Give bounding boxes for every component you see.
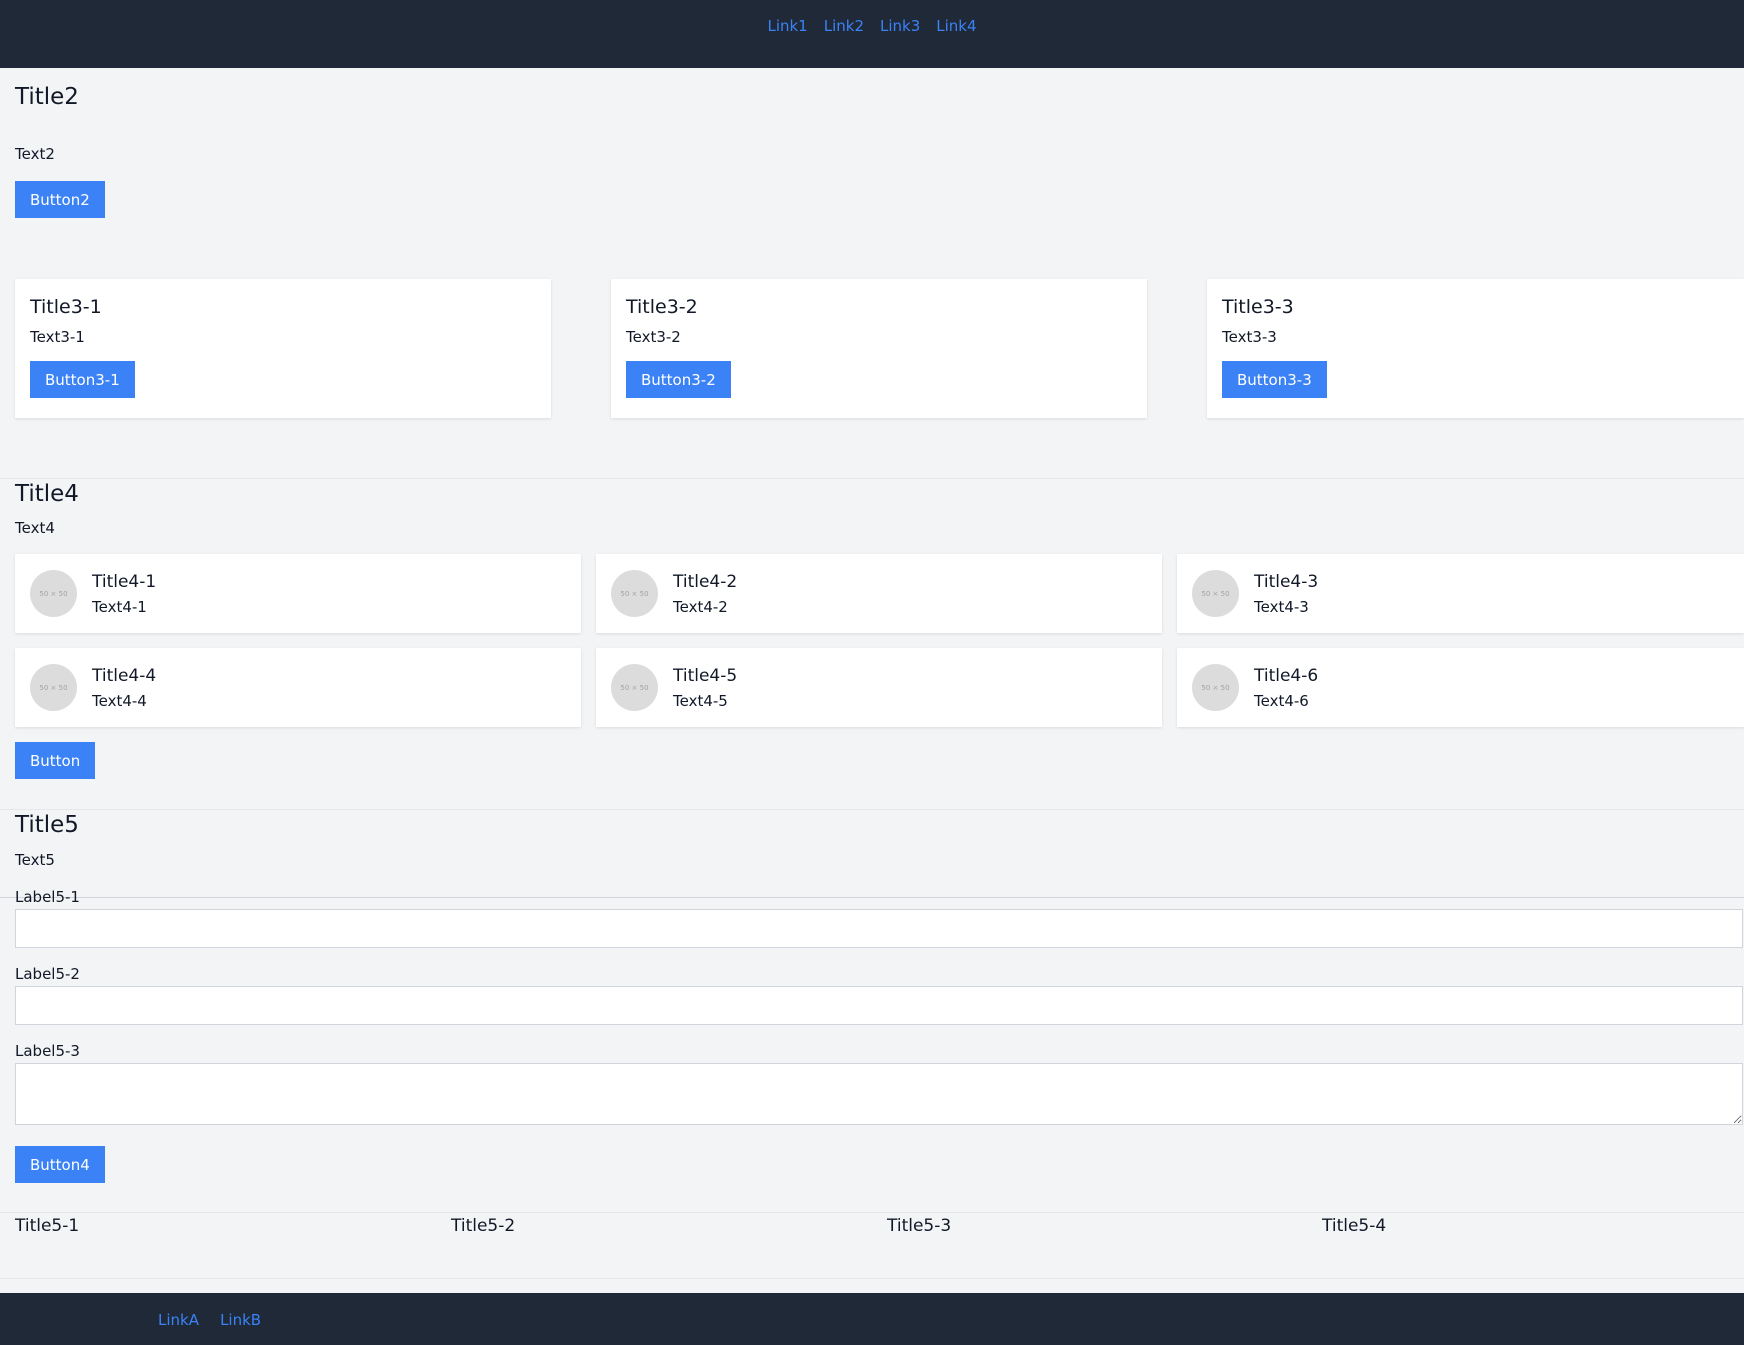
hero-button[interactable]: Button2 [15,181,105,218]
card-3-2: Title3-2 Text3-2 Button3-2 [611,279,1147,418]
card-title: Title3-1 [30,296,102,318]
card-3-3: Title3-3 Text3-3 Button3-3 [1207,279,1744,418]
section-divider [0,478,1744,479]
item-title: Title4-1 [92,571,157,592]
section4-text: Text4 [15,519,55,537]
nav-link-4[interactable]: Link4 [936,17,976,35]
list-item-4-1: 50 × 50 Title4-1 Text4-1 [15,554,581,633]
list-item-4-2: 50 × 50 Title4-2 Text4-2 [596,554,1162,633]
item-title: Title4-6 [1254,665,1319,686]
column-title-4: Title5-4 [1322,1216,1387,1236]
list-item-4-6: 50 × 50 Title4-6 Text4-6 [1177,648,1744,727]
hero-title: Title2 [15,84,79,110]
footer-link-a[interactable]: LinkA [158,1311,199,1329]
card-3-3-button[interactable]: Button3-3 [1222,361,1327,398]
label-5-1: Label5-1 [15,888,80,906]
item-title: Title4-5 [673,665,738,686]
section-divider [0,1278,1744,1279]
section-divider [0,809,1744,810]
top-nav: Link1 Link2 Link3 Link4 [0,0,1744,68]
item-text: Text4-6 [1254,691,1309,710]
nav-link-1[interactable]: Link1 [767,17,807,35]
avatar-placeholder: 50 × 50 [611,570,658,617]
card-title: Title3-2 [626,296,698,318]
card-text: Text3-1 [30,328,85,346]
item-text: Text4-4 [92,691,147,710]
avatar-placeholder: 50 × 50 [611,664,658,711]
item-title: Title4-4 [92,665,157,686]
label-5-3: Label5-3 [15,1042,80,1060]
column-title-1: Title5-1 [15,1216,80,1236]
item-title: Title4-3 [1254,571,1319,592]
section-divider [0,1212,1744,1213]
item-text: Text4-3 [1254,597,1309,616]
list-item-4-5: 50 × 50 Title4-5 Text4-5 [596,648,1162,727]
section5-text: Text5 [15,851,55,869]
list-item-4-4: 50 × 50 Title4-4 Text4-4 [15,648,581,727]
item-text: Text4-1 [92,597,147,616]
item-text: Text4-5 [673,691,728,710]
avatar-placeholder: 50 × 50 [1192,664,1239,711]
item-title: Title4-2 [673,571,738,592]
hero-text: Text2 [15,145,55,163]
section4-button[interactable]: Button [15,742,96,779]
submit-button[interactable]: Button4 [15,1146,105,1183]
column-title-3: Title5-3 [887,1216,952,1236]
section4-title: Title4 [15,481,79,507]
form-divider [0,897,1744,898]
avatar-placeholder: 50 × 50 [30,570,77,617]
card-3-1: Title3-1 Text3-1 Button3-1 [15,279,551,418]
avatar-placeholder: 50 × 50 [30,664,77,711]
nav-link-3[interactable]: Link3 [880,17,920,35]
field-5-2-input[interactable] [15,986,1743,1025]
list-item-4-3: 50 × 50 Title4-3 Text4-3 [1177,554,1744,633]
footer: LinkA LinkB [0,1293,1744,1345]
field-5-1-input[interactable] [15,909,1743,948]
label-5-2: Label5-2 [15,965,80,983]
column-title-2: Title5-2 [451,1216,516,1236]
card-3-1-button[interactable]: Button3-1 [30,361,135,398]
avatar-placeholder: 50 × 50 [1192,570,1239,617]
footer-link-b[interactable]: LinkB [220,1311,261,1329]
field-5-3-textarea[interactable] [15,1063,1743,1125]
item-text: Text4-2 [673,597,728,616]
nav-link-2[interactable]: Link2 [824,17,864,35]
section5-title: Title5 [15,812,79,838]
card-text: Text3-2 [626,328,681,346]
card-title: Title3-3 [1222,296,1294,318]
card-text: Text3-3 [1222,328,1277,346]
card-3-2-button[interactable]: Button3-2 [626,361,731,398]
